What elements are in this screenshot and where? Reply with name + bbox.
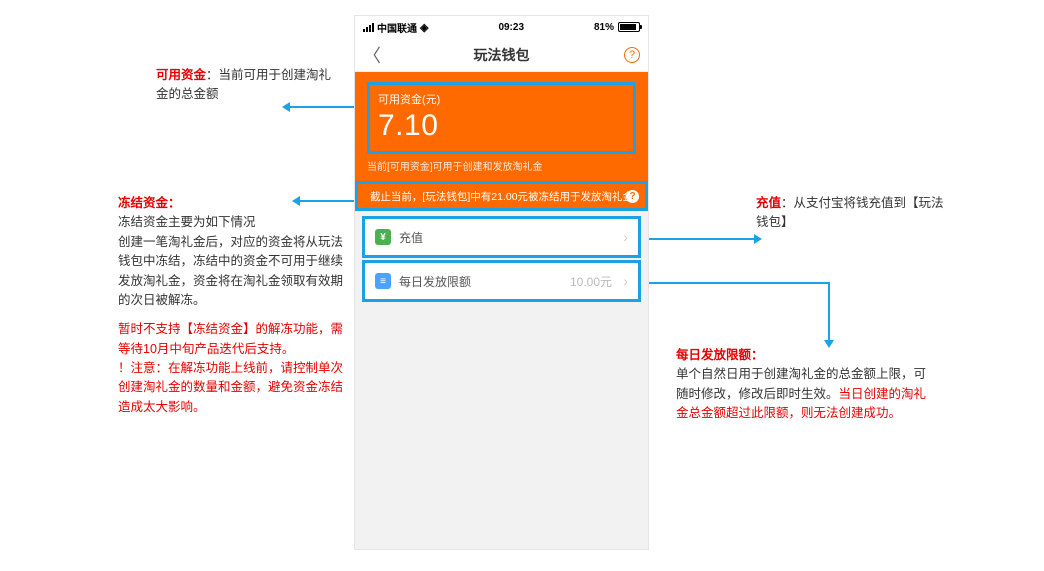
frozen-help-icon[interactable]: ? <box>626 190 639 203</box>
status-bar: 中国联通 ◈ 09:23 81% <box>355 16 648 38</box>
phone-blank-area <box>355 299 648 549</box>
nav-bar: 〈 玩法钱包 ? <box>355 38 648 72</box>
page-title: 玩法钱包 <box>474 45 530 65</box>
clock-label: 09:23 <box>498 22 524 33</box>
anno-frozen-p2: 创建一笔淘礼金后，对应的资金将从玩法钱包中冻结，冻结中的资金不可用于继续发放淘礼… <box>118 233 344 311</box>
carrier-label: 中国联通 <box>377 20 417 35</box>
back-button[interactable]: 〈 <box>363 42 381 68</box>
chevron-right-icon: › <box>623 229 628 245</box>
anno-frozen-title: 冻结资金： <box>118 196 181 210</box>
chevron-right-icon: › <box>623 273 628 289</box>
anno-frozen-p4: ！注意：在解冻功能上线前，请控制单次创建淘礼金的数量和金额，避免资金冻结造成太大… <box>118 359 344 417</box>
anno-recharge-title: 充值 <box>756 196 781 210</box>
help-button[interactable]: ? <box>624 47 640 63</box>
phone-mockup: 中国联通 ◈ 09:23 81% 〈 玩法钱包 ? 可用资金(元) 7.10 当… <box>354 15 649 550</box>
annotation-recharge: 充值：从支付宝将钱充值到【玩法钱包】 <box>756 194 946 233</box>
recharge-label: 充值 <box>399 229 423 246</box>
daily-limit-icon: ≡ <box>375 273 391 289</box>
balance-amount: 7.10 <box>378 109 625 143</box>
balance-panel: 可用资金(元) 7.10 当前[可用资金]可用于创建和发放淘礼金 <box>355 72 648 181</box>
battery-icon <box>618 22 640 32</box>
recharge-icon: ¥ <box>375 229 391 245</box>
wifi-icon: ◈ <box>420 21 428 34</box>
annotation-daily-limit: 每日发放限额： 单个自然日用于创建淘礼金的总金额上限，可随时修改，修改后即时生效… <box>676 346 934 424</box>
annotation-available-funds: 可用资金：当前可用于创建淘礼金的总金额 <box>156 66 336 105</box>
anno-daily-title: 每日发放限额： <box>676 348 764 362</box>
daily-limit-value: 10.00元 <box>570 273 612 290</box>
balance-box: 可用资金(元) 7.10 <box>367 82 636 154</box>
recharge-row[interactable]: ¥ 充值 › <box>365 219 638 255</box>
balance-label: 可用资金(元) <box>378 91 625 107</box>
balance-note: 当前[可用资金]可用于创建和发放淘礼金 <box>367 158 636 173</box>
signal-icon <box>363 23 374 32</box>
battery-pct-label: 81% <box>594 22 614 33</box>
annotation-frozen-funds: 冻结资金： 冻结资金主要为如下情况 创建一笔淘礼金后，对应的资金将从玩法钱包中冻… <box>118 194 344 417</box>
frozen-strip[interactable]: 截止当前，[玩法钱包]中有21.00元被冻结用于发放淘礼金 ? <box>355 181 648 211</box>
anno-recharge-body: ：从支付宝将钱充值到【玩法钱包】 <box>756 196 944 229</box>
anno-available-title: 可用资金 <box>156 68 206 82</box>
frozen-strip-text: 截止当前，[玩法钱包]中有21.00元被冻结用于发放淘礼金 <box>370 189 633 204</box>
daily-limit-label: 每日发放限额 <box>399 273 471 290</box>
anno-frozen-p3: 暂时不支持【冻结资金】的解冻功能，需等待10月中旬产品迭代后支持。 <box>118 320 344 359</box>
anno-frozen-p1: 冻结资金主要为如下情况 <box>118 213 344 232</box>
daily-limit-row[interactable]: ≡ 每日发放限额 10.00元 › <box>365 263 638 299</box>
